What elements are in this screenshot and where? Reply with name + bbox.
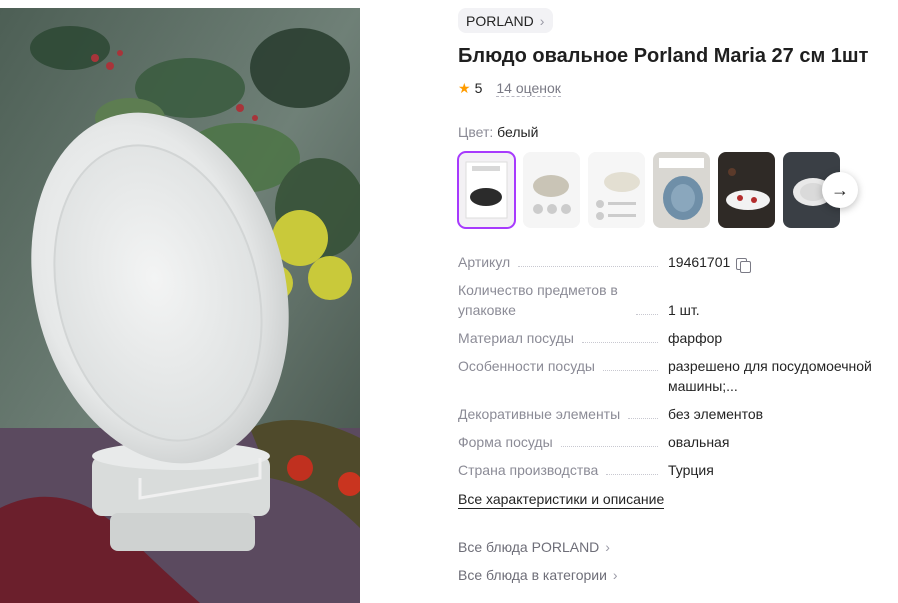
copy-icon[interactable] [736, 258, 752, 273]
all-specs-link[interactable]: Все характеристики и описание [458, 490, 665, 509]
spec-value: Турция [668, 462, 714, 478]
arrow-right-icon[interactable]: → [822, 172, 858, 208]
spec-value: овальная [668, 434, 730, 450]
brand-chip[interactable]: PORLAND › [458, 8, 554, 33]
thumbnail-2[interactable] [523, 152, 580, 228]
product-title: Блюдо овальное Porland Maria 27 см 1шт [458, 45, 869, 67]
spec-value: разрешено для посудомоечной машины;... [668, 358, 872, 394]
spec-key: Особенности посуды [458, 358, 595, 374]
thumbnail-4[interactable] [653, 152, 710, 228]
rating-row: ★ 5 14 оценок [458, 76, 888, 100]
spec-key: Материал посуды [458, 330, 574, 346]
dot-leader [581, 342, 658, 343]
product-info: PORLAND › Блюдо овальное Porland Maria 2… [457, 8, 888, 583]
star-icon: ★ [458, 79, 471, 96]
thumbnail-3[interactable] [588, 152, 645, 228]
spec-value: 19461701 [668, 254, 731, 270]
chevron-right-icon: › [612, 567, 618, 583]
specs-list: Артикул 19461701 Количество предметов в … [458, 252, 878, 480]
spec-value: без элементов [668, 406, 764, 422]
color-row: Цвет: белый [458, 124, 888, 140]
product-photo[interactable] [0, 8, 360, 603]
spec-row: Форма посуды овальная [458, 432, 878, 452]
thumbnail-strip: → [457, 151, 888, 229]
spec-value: фарфор [668, 330, 723, 346]
all-category-link-label: Все блюда в категории [458, 567, 607, 583]
spec-key: Форма посуды [458, 434, 553, 450]
spec-row: Артикул 19461701 [458, 252, 878, 273]
spec-row: Особенности посуды разрешено для посудом… [458, 356, 878, 396]
dot-leader [636, 314, 658, 315]
spec-row: Материал посуды фарфор [458, 328, 878, 348]
spec-key: Декоративные элементы [458, 406, 621, 422]
product-image [0, 8, 360, 603]
dot-leader [603, 370, 658, 371]
all-category-link[interactable]: Все блюда в категории › [458, 567, 888, 583]
spec-key: Страна производства [458, 462, 599, 478]
dot-leader [606, 474, 658, 475]
spec-key: Количество предметов в упаковке [458, 282, 618, 318]
all-brand-link[interactable]: Все блюда PORLAND › [458, 539, 888, 555]
dot-leader [518, 266, 658, 267]
spec-row: Количество предметов в упаковке 1 шт. [458, 280, 878, 320]
color-label: Цвет: [458, 124, 494, 140]
dot-leader [560, 446, 658, 447]
spec-key: Артикул [458, 254, 511, 270]
brand-name: PORLAND [466, 12, 534, 29]
spec-value: 1 шт. [668, 302, 700, 318]
thumbnail-5[interactable] [718, 152, 775, 228]
reviews-link[interactable]: 14 оценок [496, 80, 561, 97]
dot-leader [628, 418, 658, 419]
rating-value: 5 [474, 80, 483, 96]
thumbnail-1[interactable] [457, 151, 516, 229]
color-value: белый [497, 124, 539, 140]
spec-row: Декоративные элементы без элементов [458, 404, 878, 424]
spec-row: Страна производства Турция [458, 460, 878, 480]
chevron-right-icon: › [539, 12, 545, 29]
all-brand-link-label: Все блюда PORLAND [458, 539, 600, 555]
chevron-right-icon: › [605, 539, 610, 555]
